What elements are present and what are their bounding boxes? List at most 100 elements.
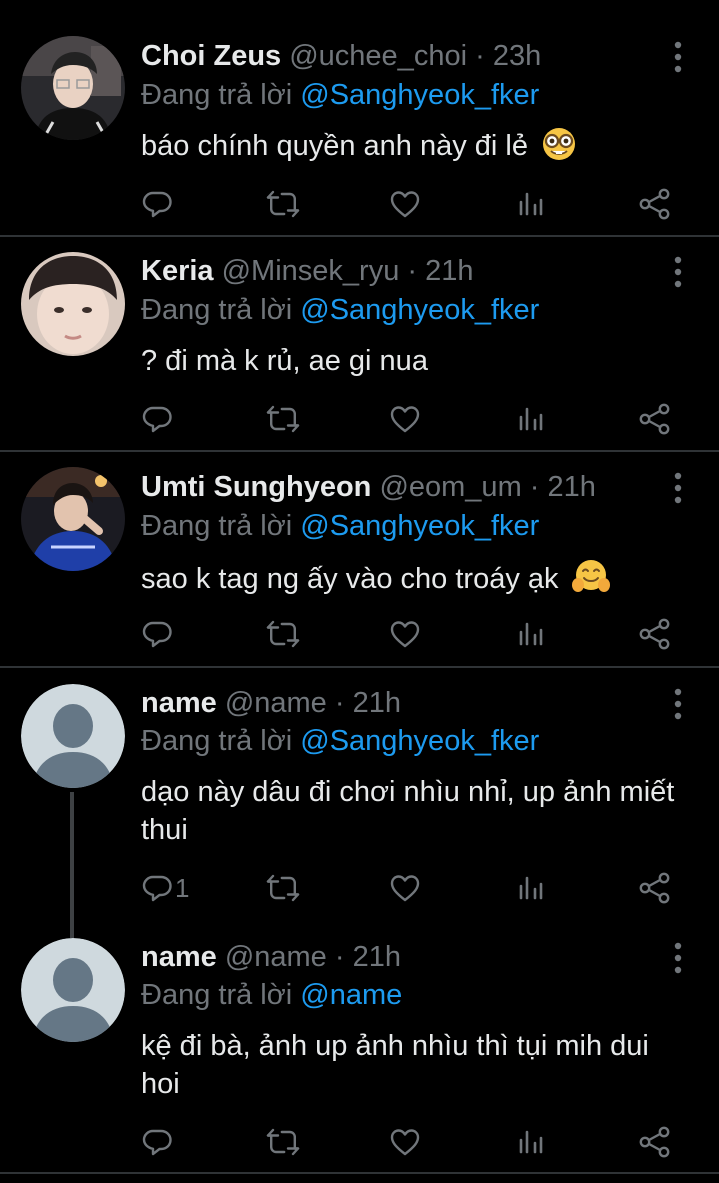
like-button[interactable] <box>389 184 421 224</box>
separator-dot: · <box>529 471 540 503</box>
tweet-text: ? đi mà k rủ, ae gi nua <box>141 343 681 379</box>
user-handle[interactable]: @Minsek_ryu <box>222 255 400 287</box>
tweet[interactable]: name @name · 21h Đang trả lời @Sanghyeok… <box>0 668 719 938</box>
tweet-text: báo chính quyền anh này đi lẻ <box>141 127 681 164</box>
replying-to: Đang trả lời @Sanghyeok_fker <box>141 507 539 545</box>
timestamp[interactable]: 21h <box>548 471 596 503</box>
retweet-button[interactable] <box>265 1122 301 1162</box>
tweet-text-content: báo chính quyền anh này đi lẻ <box>141 130 528 162</box>
default-avatar[interactable] <box>21 684 125 788</box>
retweet-icon <box>265 1126 301 1158</box>
reply-button[interactable] <box>141 184 175 224</box>
avatar[interactable] <box>21 467 125 571</box>
reply-button[interactable]: 1 <box>141 868 189 908</box>
action-bar <box>0 1122 719 1162</box>
replying-to: Đang trả lời @Sanghyeok_fker <box>141 291 539 329</box>
display-name[interactable]: Keria <box>141 255 214 287</box>
replying-to-label: Đang trả lời <box>141 725 293 757</box>
action-bar: 1 <box>0 868 719 908</box>
tweet-header: Keria @Minsek_ryu · 21h <box>141 252 474 290</box>
avatar[interactable] <box>21 36 125 140</box>
display-name[interactable]: name <box>141 941 217 973</box>
retweet-icon <box>265 618 301 650</box>
views-button[interactable] <box>515 184 547 224</box>
share-button[interactable] <box>638 184 672 224</box>
like-icon <box>389 188 421 220</box>
replying-to-label: Đang trả lời <box>141 510 293 542</box>
share-icon <box>638 188 672 220</box>
mention-link[interactable]: @name <box>300 979 402 1011</box>
more-icon[interactable] <box>668 471 688 505</box>
reply-button[interactable] <box>141 614 175 654</box>
display-name[interactable]: Umti Sunghyeon <box>141 471 371 503</box>
timestamp[interactable]: 21h <box>425 255 473 287</box>
like-icon <box>389 872 421 904</box>
replying-to-label: Đang trả lời <box>141 79 293 111</box>
more-icon[interactable] <box>668 941 688 975</box>
separator-dot: · <box>334 687 345 719</box>
views-button[interactable] <box>515 399 547 439</box>
retweet-button[interactable] <box>265 184 301 224</box>
like-button[interactable] <box>389 399 421 439</box>
tweet[interactable]: Choi Zeus @uchee_choi · 23h Đang trả lời… <box>0 0 719 236</box>
user-handle[interactable]: @uchee_choi <box>289 40 467 72</box>
retweet-button[interactable] <box>265 868 301 908</box>
retweet-button[interactable] <box>265 614 301 654</box>
avatar[interactable] <box>21 252 125 356</box>
reply-icon <box>141 872 173 904</box>
share-button[interactable] <box>638 614 672 654</box>
timestamp[interactable]: 23h <box>493 40 541 72</box>
tweet-text-content: ? đi mà k rủ, ae gi nua <box>141 345 428 377</box>
more-icon[interactable] <box>668 687 688 721</box>
share-button[interactable] <box>638 868 672 908</box>
mention-link[interactable]: @Sanghyeok_fker <box>300 725 539 757</box>
like-button[interactable] <box>389 868 421 908</box>
nerd-face-emoji <box>543 128 576 160</box>
mention-link[interactable]: @Sanghyeok_fker <box>300 510 539 542</box>
share-icon <box>638 403 672 435</box>
tweet[interactable]: Keria @Minsek_ryu · 21h Đang trả lời @Sa… <box>0 237 719 451</box>
reply-icon <box>141 188 173 220</box>
replying-to: Đang trả lời @Sanghyeok_fker <box>141 722 539 760</box>
like-button[interactable] <box>389 614 421 654</box>
user-handle[interactable]: @eom_um <box>379 471 521 503</box>
tweet-header: Choi Zeus @uchee_choi · 23h <box>141 37 541 75</box>
tweet-text-content: dạo này dâu đi chơi nhìu nhỉ, up ảnh miế… <box>141 776 675 846</box>
tweet[interactable]: name @name · 21h Đang trả lời @name kệ đ… <box>0 922 719 1174</box>
tweet[interactable]: Umti Sunghyeon @eom_um · 21h Đang trả lờ… <box>0 452 719 666</box>
hugging-face-emoji <box>571 560 610 592</box>
views-icon <box>515 403 547 435</box>
user-handle[interactable]: @name <box>225 687 327 719</box>
tweet-header: name @name · 21h <box>141 684 401 722</box>
action-bar <box>0 614 719 654</box>
tweet-text: dạo này dâu đi chơi nhìu nhỉ, up ảnh miế… <box>141 773 681 849</box>
share-button[interactable] <box>638 1122 672 1162</box>
display-name[interactable]: Choi Zeus <box>141 40 281 72</box>
separator-dot: · <box>334 941 345 973</box>
mention-link[interactable]: @Sanghyeok_fker <box>300 79 539 111</box>
tweet-text: sao k tag ng ấy vào cho troáy ạk <box>141 558 681 597</box>
mention-link[interactable]: @Sanghyeok_fker <box>300 294 539 326</box>
tweet-text-content: sao k tag ng ấy vào cho troáy ạk <box>141 563 559 595</box>
reply-count: 1 <box>175 872 190 903</box>
reply-button[interactable] <box>141 399 175 439</box>
views-button[interactable] <box>515 614 547 654</box>
replying-to: Đang trả lời @name <box>141 976 402 1014</box>
like-button[interactable] <box>389 1122 421 1162</box>
views-button[interactable] <box>515 1122 547 1162</box>
tweet-text-content: kệ đi bà, ảnh up ảnh nhìu thì tụi mih du… <box>141 1030 649 1100</box>
timestamp[interactable]: 21h <box>353 687 401 719</box>
timestamp[interactable]: 21h <box>353 941 401 973</box>
tweet-header: Umti Sunghyeon @eom_um · 21h <box>141 468 596 506</box>
views-button[interactable] <box>515 868 547 908</box>
more-icon[interactable] <box>668 255 688 289</box>
user-handle[interactable]: @name <box>225 941 327 973</box>
replying-to-label: Đang trả lời <box>141 979 293 1011</box>
display-name[interactable]: name <box>141 687 217 719</box>
more-icon[interactable] <box>668 40 688 74</box>
retweet-button[interactable] <box>265 399 301 439</box>
tweet-header: name @name · 21h <box>141 938 401 976</box>
share-button[interactable] <box>638 399 672 439</box>
reply-button[interactable] <box>141 1122 175 1162</box>
default-avatar[interactable] <box>21 938 125 1042</box>
